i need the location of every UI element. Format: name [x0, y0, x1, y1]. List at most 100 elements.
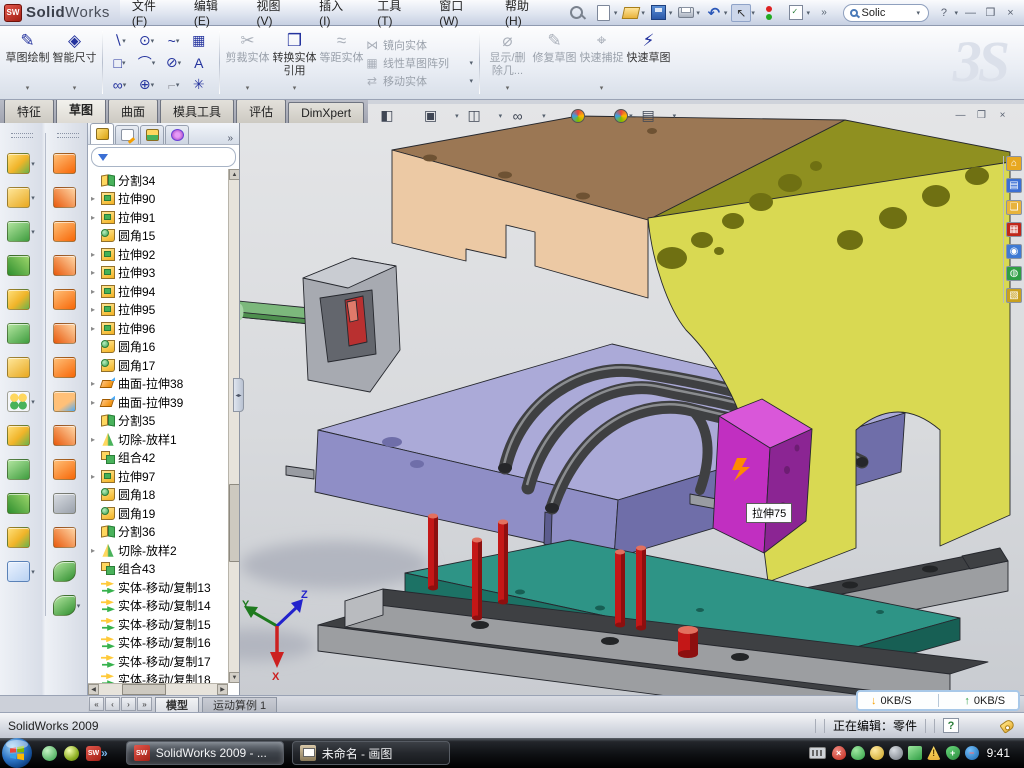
select-arrow-icon[interactable]: ↖ — [731, 4, 751, 22]
expand-arrow-icon[interactable]: ▸ — [91, 194, 101, 203]
command-manager-tab[interactable]: 草图 — [56, 97, 106, 123]
sketch-ellipse-icon[interactable]: ⊘ ▾ — [161, 52, 188, 74]
network-speed-widget[interactable]: ↓0KB/S ↑0KB/S — [856, 690, 1020, 711]
scroll-down-icon[interactable]: ▼ — [229, 672, 239, 683]
scroll-left-icon[interactable]: ◀ — [88, 684, 99, 695]
dropdown-arrow-icon[interactable]: ▾ — [31, 568, 35, 576]
tree-item[interactable]: ▸ 拉伸96 — [88, 319, 228, 338]
dimxpert-manager-tab[interactable] — [165, 125, 189, 144]
dropdown-arrow-icon[interactable]: ▾ — [629, 112, 633, 120]
sketch-mode-icon[interactable]: ▾ — [7, 561, 37, 582]
restore-button[interactable]: ❒ — [981, 4, 1000, 21]
tree-item[interactable]: ▸ 分割36 — [88, 523, 228, 542]
dropdown-arrow-icon[interactable]: ▾ — [77, 602, 81, 610]
dropdown-arrow-icon[interactable]: ▾ — [641, 9, 645, 17]
scrollbar-thumb[interactable] — [229, 484, 239, 562]
tree-item[interactable]: ▸ 组合42 — [88, 449, 228, 468]
save-icon[interactable] — [649, 4, 669, 22]
ribbon-button[interactable]: ≈ 等距实体 ▾ — [318, 28, 365, 97]
dropdown-arrow-icon[interactable]: ▾ — [31, 194, 35, 202]
tree-item[interactable]: ▸ 拉伸94 — [88, 282, 228, 301]
doc-restore-button[interactable]: ❒ — [973, 108, 990, 123]
dropdown-arrow-icon[interactable]: ▾ — [469, 77, 473, 85]
dropdown-arrow-icon[interactable]: ▾ — [696, 9, 700, 17]
menu-item[interactable]: 文件(F) — [120, 0, 182, 31]
tree-vertical-scrollbar[interactable]: ▲ ▼ — [228, 169, 239, 683]
command-manager-tab[interactable]: DimXpert — [288, 102, 364, 123]
fillet-tool-icon[interactable]: ▾ — [7, 221, 37, 242]
minimize-button[interactable]: — — [961, 4, 980, 21]
help-button[interactable]: ? — [934, 4, 953, 21]
parting-surface-icon[interactable]: ▾ — [53, 323, 83, 344]
ribbon-button[interactable]: ◈ 智能尺寸 ▾ — [51, 28, 98, 97]
dropdown-arrow-icon[interactable]: ▾ — [31, 398, 35, 406]
dropdown-arrow-icon[interactable]: ▾ — [152, 59, 156, 67]
dropdown-arrow-icon[interactable]: ▾ — [122, 59, 126, 67]
dropdown-arrow-icon[interactable]: ▾ — [31, 160, 35, 168]
dropdown-arrow-icon[interactable]: ▾ — [600, 82, 604, 95]
dropdown-arrow-icon[interactable]: ▾ — [499, 112, 503, 120]
open-file-icon[interactable] — [621, 4, 641, 22]
toolbar-overflow-icon[interactable]: » — [814, 4, 834, 22]
dropdown-arrow-icon[interactable]: ▾ — [151, 81, 155, 89]
ribbon-button[interactable]: ✂ 剪裁实体 ▾ — [224, 28, 271, 97]
tree-item[interactable]: ▸ 实体-移动/复制15 — [88, 615, 228, 634]
dropdown-arrow-icon[interactable]: ▾ — [176, 81, 180, 89]
dropdown-arrow-icon[interactable]: ▾ — [806, 9, 810, 17]
view-settings-icon[interactable]: ▤ ▾ — [640, 107, 679, 124]
ribbon-button[interactable]: ⌀ 显示/删除几... ▾ — [484, 28, 531, 97]
tree-item[interactable]: ▸ 拉伸90 — [88, 190, 228, 209]
model-tab[interactable]: 模型 — [155, 697, 199, 712]
design-library-icon[interactable]: ▤ — [1006, 178, 1022, 193]
start-button[interactable] — [2, 738, 32, 768]
apply-scene-icon[interactable]: ▾ — [596, 109, 635, 123]
sketch-rectangle-icon[interactable]: □ ▾ — [107, 52, 134, 74]
loft-surface-icon[interactable]: ▾ — [53, 289, 83, 310]
tree-item[interactable]: ▸ 圆角18 — [88, 486, 228, 505]
command-manager-tab[interactable]: 特征 — [4, 99, 54, 123]
spline-feature-icon[interactable]: ▾ — [53, 595, 83, 616]
hole-wizard-icon[interactable]: ▾ — [7, 357, 37, 378]
new-file-icon[interactable] — [594, 4, 614, 22]
command-manager-tab[interactable]: 评估 — [236, 99, 286, 123]
dropdown-arrow-icon[interactable]: ▾ — [31, 228, 35, 236]
view-orientation-icon[interactable]: ▣ ▾ — [422, 107, 461, 124]
feature-manager-tab[interactable] — [90, 123, 114, 144]
dropdown-arrow-icon[interactable]: ▾ — [724, 9, 728, 17]
hide-show-items-icon[interactable]: ∞ ▾ — [509, 108, 548, 124]
scrollbar-thumb[interactable] — [122, 684, 166, 695]
expand-arrow-icon[interactable]: ▸ — [91, 324, 101, 333]
pin-icon[interactable] — [566, 4, 586, 22]
dropdown-arrow-icon[interactable]: ▾ — [178, 59, 182, 67]
tray-warning-icon[interactable]: ! — [927, 746, 941, 760]
help-dropdown-icon[interactable]: ▾ — [954, 9, 958, 17]
tray-antivirus-red-icon[interactable]: × — [832, 746, 846, 760]
property-manager-tab[interactable] — [115, 125, 139, 144]
search-pane-icon[interactable]: ▦ — [1006, 222, 1022, 237]
section-view-icon[interactable]: ◧ ▾ — [379, 107, 418, 124]
tab-nav-button[interactable]: » — [137, 697, 152, 711]
tree-item[interactable]: ▸ 实体-移动/复制18 — [88, 671, 228, 684]
dropdown-arrow-icon[interactable]: ▾ — [26, 82, 30, 95]
tree-item[interactable]: ▸ 分割35 — [88, 412, 228, 431]
boss-tool-icon[interactable]: ▾ — [53, 255, 83, 276]
ribbon-stack-button[interactable]: ⇄ 移动实体 ▾ — [365, 73, 475, 89]
menu-item[interactable]: 视图(V) — [245, 0, 308, 31]
print-icon[interactable] — [676, 4, 696, 22]
tree-item[interactable]: ▸ 曲面-拉伸38 — [88, 375, 228, 394]
swept-surface-icon[interactable]: ▾ — [53, 153, 83, 174]
dropdown-arrow-icon[interactable]: ▾ — [246, 82, 250, 95]
taskbar-window-button[interactable]: SW SolidWorks 2009 - ... — [126, 741, 284, 765]
sketch-line-icon[interactable]: ∖ ▾ — [107, 30, 134, 52]
ribbon-stack-button[interactable]: ⋈ 镜向实体 ▾ — [365, 37, 475, 53]
tray-volume-icon[interactable] — [889, 746, 903, 760]
dropdown-arrow-icon[interactable]: ▾ — [614, 9, 618, 17]
tree-filter-box[interactable] — [91, 147, 236, 167]
sketch-circle-icon[interactable]: ⊙ ▾ — [134, 30, 161, 52]
dropdown-arrow-icon[interactable]: ▾ — [151, 37, 155, 45]
dropdown-arrow-icon[interactable]: ▾ — [176, 37, 180, 45]
quick-tips-icon[interactable]: ? — [943, 718, 959, 733]
tree-item[interactable]: ▸ 圆角19 — [88, 504, 228, 523]
linear-pattern-icon[interactable]: ▾ — [7, 391, 37, 412]
tree-item[interactable]: ▸ 圆角15 — [88, 227, 228, 246]
